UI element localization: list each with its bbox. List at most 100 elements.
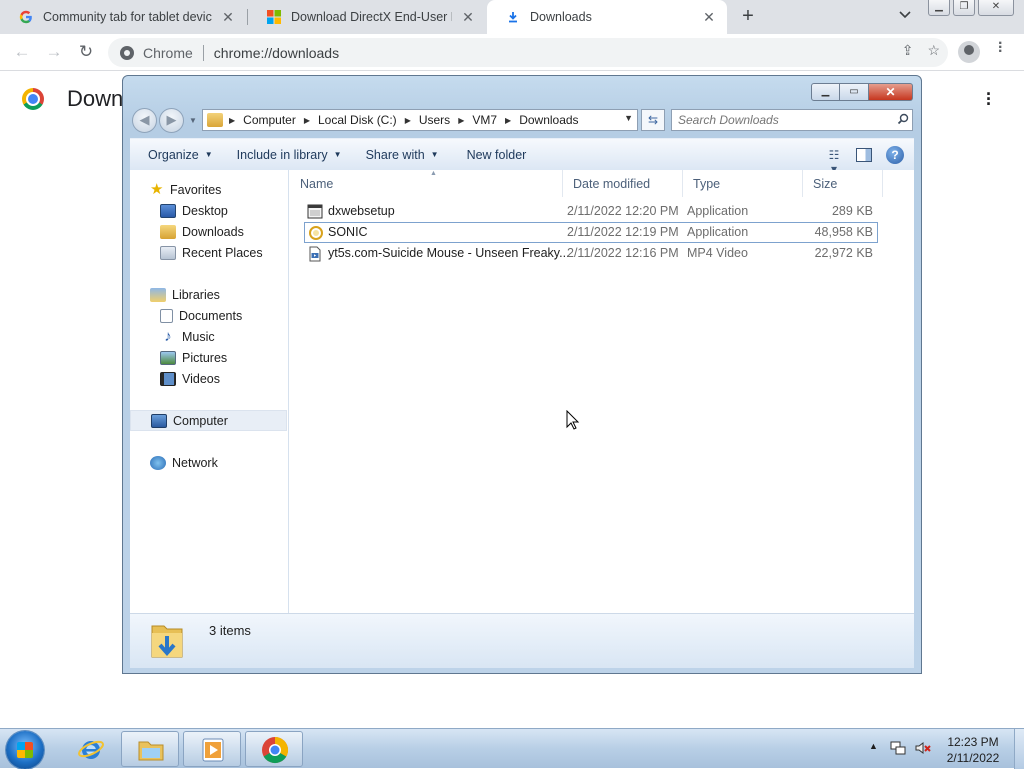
search-downloads-field[interactable] bbox=[671, 109, 913, 131]
breadcrumb-computer[interactable]: Computer bbox=[243, 113, 296, 127]
change-view-icon[interactable]: ☷ ▾ bbox=[826, 148, 842, 176]
nav-recent-places[interactable]: Recent Places bbox=[130, 242, 287, 263]
network-tray-icon[interactable] bbox=[889, 739, 907, 757]
close-icon[interactable]: ✕ bbox=[220, 9, 236, 26]
network-icon bbox=[150, 455, 166, 470]
breadcrumb-arrow-icon[interactable]: ▶ bbox=[458, 116, 464, 125]
explorer-address-bar[interactable]: ▶ Computer ▶ Local Disk (C:) ▶ Users ▶ V… bbox=[202, 109, 638, 131]
file-size: 48,958 KB bbox=[814, 225, 873, 239]
nav-label: Favorites bbox=[170, 182, 222, 197]
include-in-library-button[interactable]: Include in library ▼ bbox=[225, 148, 354, 162]
system-clock[interactable]: 12:23 PM 2/11/2022 bbox=[940, 734, 1006, 766]
breadcrumb-vm7[interactable]: VM7 bbox=[472, 113, 497, 127]
dropdown-caret-icon: ▼ bbox=[430, 150, 439, 159]
chrome-logo-icon bbox=[22, 88, 44, 110]
computer-icon bbox=[151, 413, 167, 428]
file-row-dxwebsetup[interactable]: dxwebsetup 2/11/2022 12:20 PM Applicatio… bbox=[304, 202, 878, 223]
preview-pane-icon[interactable] bbox=[856, 148, 872, 162]
sonic-app-icon bbox=[308, 225, 324, 241]
address-bar[interactable]: Chrome chrome://downloads ⇪ ☆ bbox=[108, 38, 948, 67]
column-header-date-modified[interactable]: Date modified bbox=[563, 170, 683, 197]
address-history-dropdown-icon[interactable]: ▼ bbox=[624, 113, 633, 123]
volume-muted-icon[interactable] bbox=[914, 739, 932, 757]
close-icon[interactable]: ✕ bbox=[701, 9, 717, 26]
file-list-pane: ▲ Name Date modified Type Size dxwebsetu… bbox=[290, 170, 914, 613]
taskbar-media-player[interactable] bbox=[183, 731, 241, 767]
column-header-type[interactable]: Type bbox=[683, 170, 803, 197]
nav-libraries[interactable]: Libraries bbox=[130, 284, 287, 305]
tab-search-chevron-icon[interactable] bbox=[896, 8, 914, 26]
windows-logo-icon bbox=[17, 742, 33, 758]
maximize-icon[interactable]: ▭ bbox=[840, 83, 869, 101]
windows-explorer-icon bbox=[137, 736, 165, 764]
breadcrumb-arrow-icon[interactable]: ▶ bbox=[405, 116, 411, 125]
breadcrumb-arrow-icon[interactable]: ▶ bbox=[304, 116, 310, 125]
column-header-name[interactable]: Name bbox=[290, 170, 563, 197]
new-tab-button[interactable]: + bbox=[736, 5, 760, 29]
forward-arrow-icon[interactable]: ▶ bbox=[159, 108, 184, 133]
omnibox-url: chrome://downloads bbox=[213, 44, 340, 61]
show-desktop-button[interactable] bbox=[1014, 729, 1024, 769]
nav-documents[interactable]: Documents bbox=[130, 305, 287, 326]
share-with-label: Share with bbox=[365, 147, 425, 162]
desktop-icon bbox=[160, 203, 176, 218]
organize-button[interactable]: Organize ▼ bbox=[130, 148, 225, 162]
breadcrumb-local-disk[interactable]: Local Disk (C:) bbox=[318, 113, 397, 127]
view-controls: ☷ ▾ ? bbox=[826, 146, 904, 176]
column-header-size[interactable]: Size bbox=[803, 170, 883, 197]
restore-icon[interactable]: ❐ bbox=[953, 0, 975, 16]
taskbar-chrome[interactable] bbox=[245, 731, 303, 767]
downloads-folder-icon bbox=[150, 620, 184, 662]
close-icon[interactable]: ✕ bbox=[460, 9, 476, 26]
omnibox-actions: ⇪ ☆ bbox=[902, 42, 940, 59]
search-input[interactable] bbox=[672, 113, 894, 127]
close-icon[interactable]: ✕ bbox=[869, 83, 913, 101]
bookmark-star-icon[interactable]: ☆ bbox=[927, 42, 940, 59]
close-icon[interactable]: ✕ bbox=[978, 0, 1014, 16]
nav-computer[interactable]: Computer bbox=[130, 410, 287, 431]
reload-icon[interactable]: ↻ bbox=[74, 41, 98, 65]
file-row-sonic[interactable]: SONIC 2/11/2022 12:19 PM Application 48,… bbox=[304, 222, 878, 243]
breadcrumb-users[interactable]: Users bbox=[419, 113, 450, 127]
search-icon[interactable] bbox=[894, 113, 912, 128]
breadcrumb-arrow-icon[interactable]: ▶ bbox=[505, 116, 511, 125]
tab-directx[interactable]: Download DirectX End-User Runtime ✕ bbox=[248, 0, 486, 34]
minimize-icon[interactable]: ▁ bbox=[928, 0, 950, 16]
taskbar-windows-explorer[interactable] bbox=[121, 731, 179, 767]
breadcrumb-arrow-icon[interactable]: ▶ bbox=[229, 116, 235, 125]
taskbar-internet-explorer[interactable] bbox=[62, 731, 120, 767]
items-count: 3 items bbox=[209, 623, 251, 638]
column-header-label: Type bbox=[693, 176, 721, 191]
tab-community[interactable]: Community tab for tablet devices ✕ bbox=[0, 0, 246, 34]
chrome-menu-icon[interactable]: · · · bbox=[998, 36, 1003, 60]
show-hidden-icons-icon[interactable]: ▲ bbox=[869, 741, 878, 751]
nav-label: Desktop bbox=[182, 203, 228, 218]
column-header-label: Date modified bbox=[573, 176, 651, 191]
nav-network[interactable]: Network bbox=[130, 452, 287, 473]
share-with-button[interactable]: Share with ▼ bbox=[354, 148, 451, 162]
back-arrow-icon[interactable]: ← bbox=[10, 41, 34, 65]
breadcrumb-downloads[interactable]: Downloads bbox=[519, 113, 578, 127]
file-row-video[interactable]: yt5s.com-Suicide Mouse - Unseen Freaky..… bbox=[304, 244, 878, 265]
nav-favorites[interactable]: ★ Favorites bbox=[130, 179, 287, 200]
nav-desktop[interactable]: Desktop bbox=[130, 200, 287, 221]
back-arrow-icon[interactable]: ◀ bbox=[132, 108, 157, 133]
refresh-icon[interactable]: ⇆ bbox=[641, 109, 665, 131]
nav-pictures[interactable]: Pictures bbox=[130, 347, 287, 368]
nav-label: Downloads bbox=[182, 224, 244, 239]
microsoft-logo-icon bbox=[266, 9, 282, 25]
start-button[interactable] bbox=[6, 731, 44, 769]
downloads-menu-icon[interactable]: · · · bbox=[986, 85, 992, 113]
help-icon[interactable]: ? bbox=[886, 146, 904, 164]
downloads-folder-icon bbox=[207, 113, 223, 127]
recent-pages-dropdown-icon[interactable]: ▼ bbox=[189, 116, 197, 125]
profile-avatar-icon[interactable] bbox=[958, 41, 980, 63]
nav-music[interactable]: ♪ Music bbox=[130, 326, 287, 347]
forward-arrow-icon[interactable]: → bbox=[42, 41, 66, 65]
minimize-icon[interactable]: ▁ bbox=[811, 83, 840, 101]
nav-downloads[interactable]: Downloads bbox=[130, 221, 287, 242]
nav-videos[interactable]: Videos bbox=[130, 368, 287, 389]
tab-downloads[interactable]: Downloads ✕ bbox=[487, 0, 727, 34]
share-icon[interactable]: ⇪ bbox=[902, 42, 914, 59]
new-folder-button[interactable]: New folder bbox=[451, 148, 539, 162]
